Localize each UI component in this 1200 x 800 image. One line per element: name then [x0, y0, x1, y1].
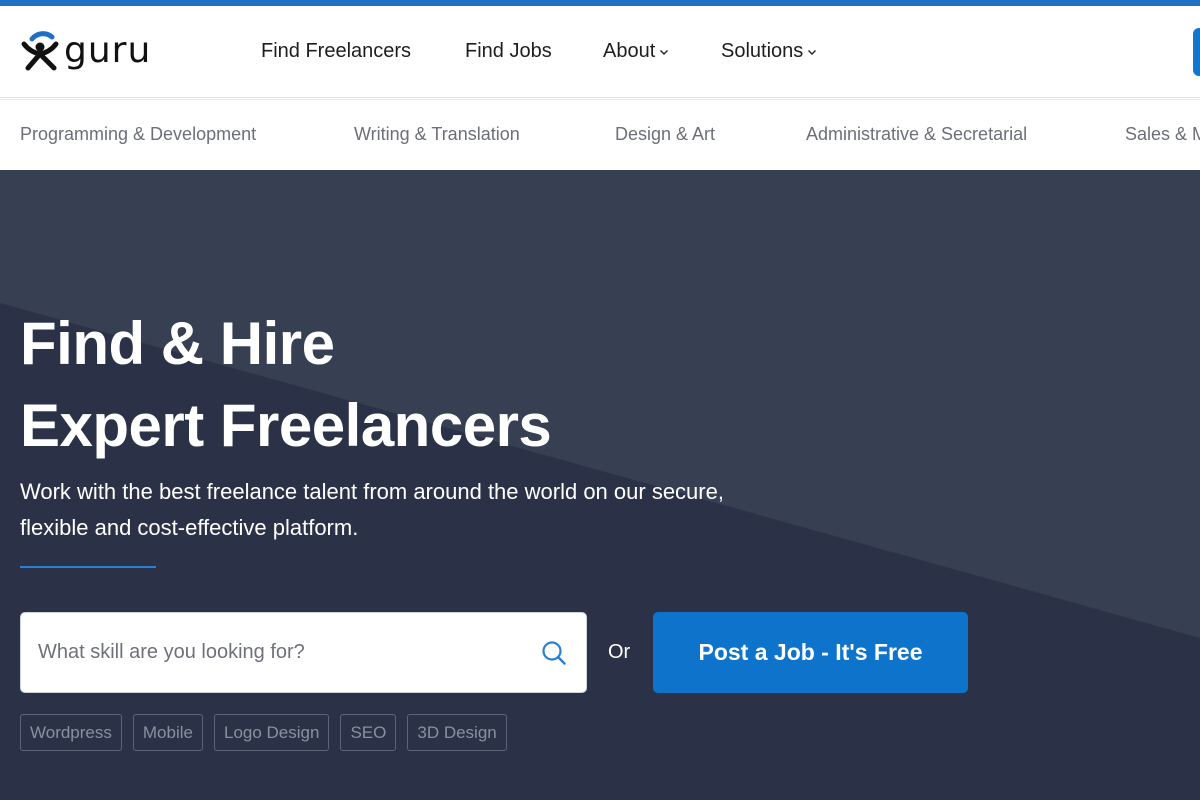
hero-subtitle: Work with the best freelance talent from… — [20, 474, 840, 546]
category-writing[interactable]: Writing & Translation — [354, 124, 520, 145]
search-icon[interactable] — [541, 640, 567, 666]
hero-subtitle-line2: flexible and cost-effective platform. — [20, 515, 359, 540]
post-job-button[interactable]: Post a Job - It's Free — [653, 612, 968, 693]
category-sales[interactable]: Sales & Marketing — [1125, 124, 1200, 145]
tag-logo-design[interactable]: Logo Design — [213, 714, 330, 751]
nav-label: Solutions — [721, 40, 804, 62]
site-header: guru Find Freelancers Find Jobs About So… — [0, 6, 1200, 98]
hero-divider — [20, 566, 156, 568]
nav-find-freelancers[interactable]: Find Freelancers — [261, 40, 411, 63]
nav-solutions[interactable]: Solutions — [721, 40, 817, 63]
nav-label: Find Jobs — [465, 40, 552, 62]
tag-mobile[interactable]: Mobile — [132, 714, 203, 751]
category-design[interactable]: Design & Art — [615, 124, 715, 145]
category-bar: Programming & Development Writing & Tran… — [0, 99, 1200, 170]
or-label: Or — [608, 641, 631, 663]
nav-about[interactable]: About — [603, 40, 669, 63]
hero-section: Find & Hire Expert Freelancers Work with… — [0, 170, 1200, 800]
category-programming[interactable]: Programming & Development — [20, 124, 256, 145]
skill-search-input[interactable] — [38, 613, 518, 692]
tag-wordpress[interactable]: Wordpress — [20, 714, 122, 751]
hero-title-line2: Expert Freelancers — [20, 392, 552, 459]
nav-label: About — [603, 40, 656, 62]
chevron-down-icon — [808, 49, 817, 55]
guru-logo[interactable]: guru — [20, 30, 200, 74]
skill-search-box — [20, 612, 587, 693]
hero-subtitle-line1: Work with the best freelance talent from… — [20, 479, 724, 504]
hero-title: Find & Hire Expert Freelancers — [20, 303, 552, 467]
chevron-down-icon — [660, 49, 669, 55]
popular-skill-tags: Wordpress Mobile Logo Design SEO 3D Desi… — [20, 714, 507, 751]
category-administrative[interactable]: Administrative & Secretarial — [806, 124, 1027, 145]
tag-seo[interactable]: SEO — [340, 714, 397, 751]
nav-find-jobs[interactable]: Find Jobs — [465, 40, 552, 63]
svg-text:guru: guru — [64, 30, 151, 71]
header-action-button[interactable] — [1193, 28, 1200, 76]
hero-title-line1: Find & Hire — [20, 310, 335, 377]
nav-label: Find Freelancers — [261, 40, 412, 62]
tag-3d-design[interactable]: 3D Design — [407, 714, 507, 751]
